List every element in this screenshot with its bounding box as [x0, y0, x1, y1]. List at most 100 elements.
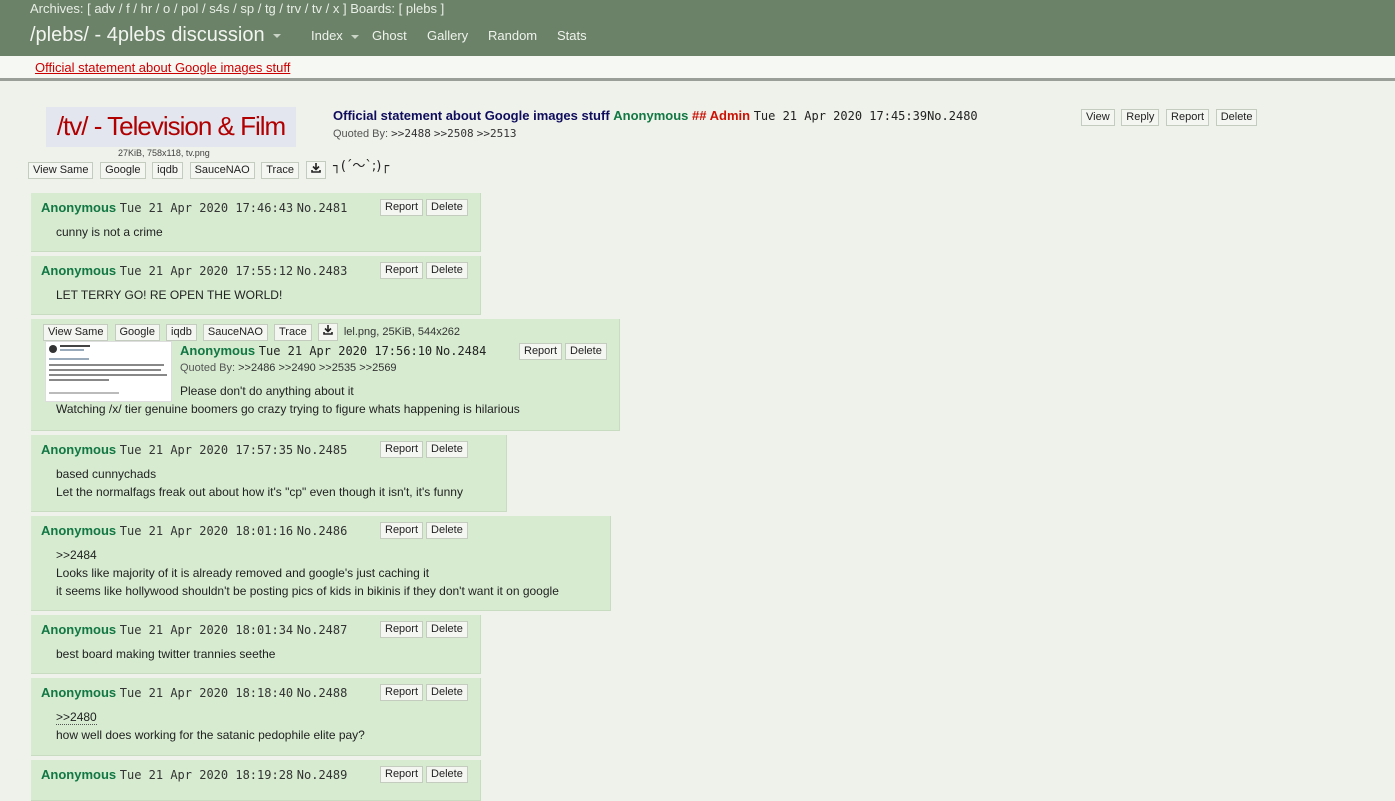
- board-title-dropdown[interactable]: /plebs/ - 4plebs discussion: [30, 24, 281, 47]
- announcement-bar: Official statement about Google images s…: [0, 56, 1395, 81]
- archive-link-pol[interactable]: pol: [181, 1, 198, 16]
- reply-post: Anonymous Tue 21 Apr 2020 17:57:35 No.24…: [31, 435, 507, 512]
- nav-stats[interactable]: Stats: [557, 28, 587, 43]
- report-button[interactable]: Report: [380, 766, 424, 783]
- archive-link-s4s[interactable]: s4s: [209, 1, 229, 16]
- delete-button[interactable]: Delete: [426, 441, 468, 458]
- post-date: Tue 21 Apr 2020 17:57:35: [119, 443, 294, 457]
- op-image-actions: View Same Google iqdb SauceNAO Trace: [28, 161, 329, 179]
- poster-name: Anonymous: [41, 767, 117, 782]
- post-thumbnail-image[interactable]: [45, 341, 172, 402]
- delete-button[interactable]: Delete: [426, 522, 468, 539]
- op-image[interactable]: /tv/ - Television & Film: [46, 107, 296, 147]
- post-number[interactable]: No.2484: [436, 344, 487, 358]
- poster-name: Anonymous: [180, 343, 256, 358]
- post-date: Tue 21 Apr 2020 18:01:16: [119, 524, 294, 538]
- post-number[interactable]: No.2489: [297, 768, 348, 782]
- post-number[interactable]: No.2488: [297, 686, 348, 700]
- nav-ghost[interactable]: Ghost: [372, 28, 407, 43]
- reply-post: Anonymous Tue 21 Apr 2020 17:46:43 No.24…: [31, 193, 481, 252]
- archive-link-trv[interactable]: trv: [287, 1, 301, 16]
- op-quoted-by: Quoted By: >>2488 >>2508 >>2513: [333, 127, 517, 140]
- archive-link-hr[interactable]: hr: [141, 1, 153, 16]
- post-text-line: Looks like majority of it is already rem…: [56, 566, 430, 580]
- delete-button[interactable]: Delete: [426, 621, 468, 638]
- archive-link-tv[interactable]: tv: [312, 1, 322, 16]
- trace-search-button[interactable]: Trace: [274, 324, 312, 341]
- trace-search-button[interactable]: Trace: [261, 162, 299, 179]
- download-button[interactable]: [305, 161, 326, 179]
- quote-backlink[interactable]: >>2488: [391, 127, 431, 140]
- op-body: ┐(´～`;)┌: [333, 159, 390, 174]
- post-text-line: LET TERRY GO! RE OPEN THE WORLD!: [56, 288, 283, 302]
- post-number[interactable]: No.2486: [297, 524, 348, 538]
- post-date: Tue 21 Apr 2020 17:46:43: [119, 201, 294, 215]
- iqdb-search-button[interactable]: iqdb: [152, 162, 183, 179]
- post-date: Tue 21 Apr 2020 18:01:34: [119, 623, 294, 637]
- report-button[interactable]: Report: [380, 262, 424, 279]
- delete-button[interactable]: Delete: [426, 684, 468, 701]
- nav-random[interactable]: Random: [488, 28, 537, 43]
- report-button[interactable]: Report: [380, 441, 424, 458]
- op-poster-name: Anonymous: [613, 108, 689, 123]
- poster-name: Anonymous: [41, 442, 117, 457]
- quoted-by: Quoted By: >>2486 >>2490 >>2535 >>2569: [180, 362, 397, 374]
- nav-index[interactable]: Index: [311, 28, 359, 43]
- google-search-button[interactable]: Google: [100, 162, 146, 179]
- post-date: Tue 21 Apr 2020 18:19:28: [119, 768, 294, 782]
- quote-link[interactable]: >>2484: [56, 546, 559, 564]
- report-button[interactable]: Report: [380, 522, 424, 539]
- announcement-link[interactable]: Official statement about Google images s…: [35, 60, 290, 75]
- post-text-line: Let the normalfags freak out about how i…: [56, 485, 463, 499]
- post-text-line: cunny is not a crime: [56, 225, 163, 239]
- saucenao-search-button[interactable]: SauceNAO: [202, 324, 268, 341]
- delete-button[interactable]: Delete: [426, 199, 468, 216]
- delete-button[interactable]: Delete: [1215, 109, 1258, 126]
- quote-backlinks[interactable]: >>2486 >>2490 >>2535 >>2569: [238, 362, 396, 374]
- post-text-line: Watching /x/ tier genuine boomers go cra…: [56, 402, 520, 416]
- post-number[interactable]: No.2483: [297, 264, 348, 278]
- archive-link-adv[interactable]: adv: [94, 1, 115, 16]
- archive-link-tg[interactable]: tg: [265, 1, 276, 16]
- post-number[interactable]: No.2487: [297, 623, 348, 637]
- nav-gallery[interactable]: Gallery: [427, 28, 468, 43]
- op-actions: View Reply Report Delete: [1081, 108, 1260, 126]
- download-icon: [322, 325, 333, 335]
- view-same-button[interactable]: View Same: [28, 162, 94, 179]
- delete-button[interactable]: Delete: [426, 262, 468, 279]
- archive-link-sp[interactable]: sp: [240, 1, 254, 16]
- download-button[interactable]: [317, 323, 338, 341]
- post-number[interactable]: No.2485: [297, 443, 348, 457]
- board-link-plebs[interactable]: plebs: [406, 1, 437, 16]
- report-button[interactable]: Report: [380, 199, 424, 216]
- iqdb-search-button[interactable]: iqdb: [166, 324, 197, 341]
- report-button[interactable]: Report: [1166, 109, 1210, 126]
- file-info: lel.png, 25KiB, 544x262: [343, 326, 461, 338]
- reply-post: Anonymous Tue 21 Apr 2020 18:01:16 No.24…: [31, 516, 611, 611]
- op-image-text: /tv/ - Television & Film: [56, 111, 286, 141]
- archive-link-f[interactable]: f: [126, 1, 130, 16]
- report-button[interactable]: Report: [380, 621, 424, 638]
- post-text-line: based cunnychads: [56, 467, 157, 481]
- google-search-button[interactable]: Google: [114, 324, 160, 341]
- chevron-down-icon: [350, 34, 359, 39]
- archive-link-o[interactable]: o: [163, 1, 170, 16]
- archive-link-x[interactable]: x: [333, 1, 340, 16]
- reply-button[interactable]: Reply: [1121, 109, 1160, 126]
- quote-backlink[interactable]: >>2508: [434, 127, 474, 140]
- op-post-number[interactable]: No.2480: [927, 109, 978, 123]
- delete-button[interactable]: Delete: [426, 766, 468, 783]
- view-same-button[interactable]: View Same: [43, 324, 109, 341]
- quote-backlink[interactable]: >>2513: [477, 127, 517, 140]
- report-button[interactable]: Report: [519, 343, 563, 360]
- view-button[interactable]: View: [1081, 109, 1115, 126]
- saucenao-search-button[interactable]: SauceNAO: [189, 162, 255, 179]
- op-file-info: 27KiB, 758x118, tv.png: [118, 148, 210, 158]
- quote-link[interactable]: >>2480: [56, 710, 97, 725]
- op-date: Tue 21 Apr 2020 17:45:39: [753, 109, 928, 123]
- chevron-down-icon: [272, 33, 281, 38]
- post-number[interactable]: No.2481: [297, 201, 348, 215]
- report-button[interactable]: Report: [380, 684, 424, 701]
- delete-button[interactable]: Delete: [565, 343, 607, 360]
- post-date: Tue 21 Apr 2020 17:56:10: [258, 344, 433, 358]
